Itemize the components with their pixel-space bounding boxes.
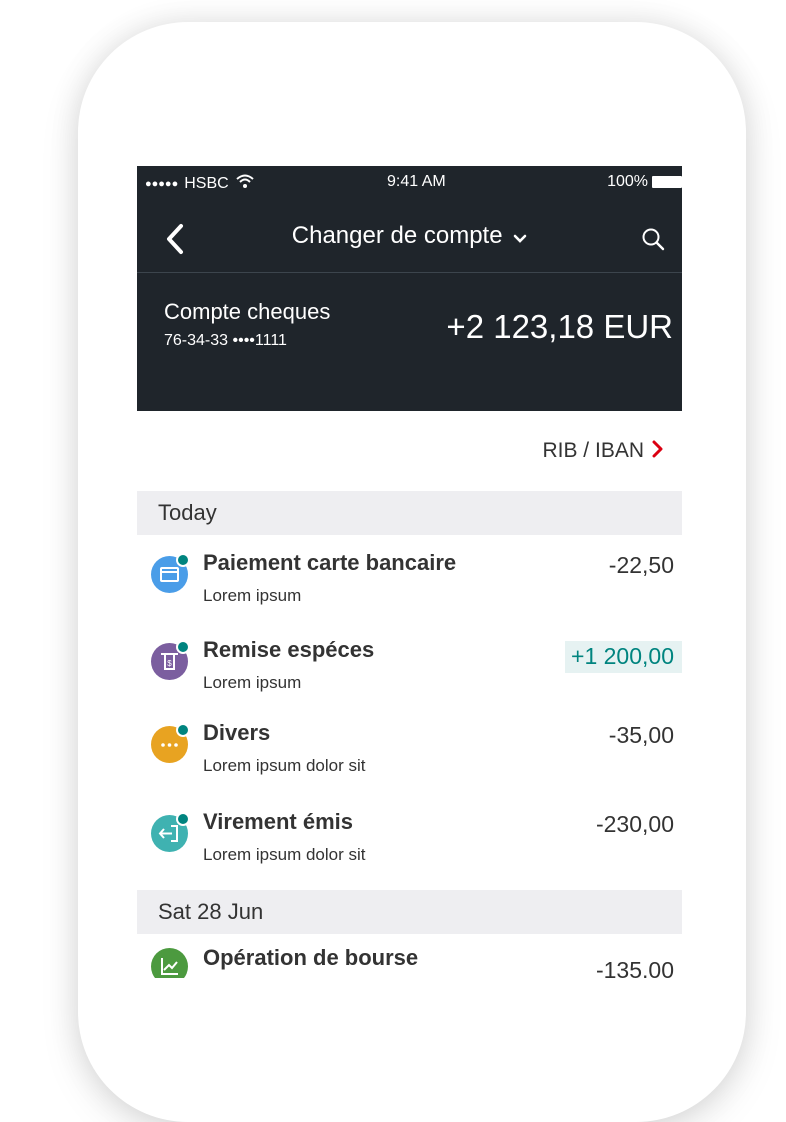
- status-time: 9:41 AM: [387, 173, 446, 190]
- status-bar: ●●●●● HSBC 9:41 AM 100%: [145, 173, 682, 193]
- battery-icon: [652, 176, 682, 188]
- account-balance: +2 123,18 EUR: [446, 308, 673, 345]
- cash-deposit-icon: $: [151, 640, 190, 680]
- chevron-right-icon: [652, 438, 664, 464]
- transaction-row[interactable]: Opération de bourse -135,00: [137, 945, 682, 978]
- transaction-title: Opération de bourse: [203, 945, 419, 970]
- transaction-row[interactable]: Divers Lorem ipsum dolor sit -35,00: [137, 720, 682, 800]
- transaction-title: Divers: [203, 720, 271, 745]
- search-icon[interactable]: [640, 226, 666, 252]
- transaction-title: Paiement carte bancaire: [203, 550, 457, 575]
- transaction-amount: -35,00: [608, 722, 674, 748]
- account-name: Compte cheques: [164, 299, 331, 324]
- section-header: Sat 28 Jun: [137, 890, 682, 934]
- section-header: Today: [137, 491, 682, 535]
- account-header: ●●●●● HSBC 9:41 AM 100% Changer de compt…: [137, 166, 682, 411]
- transaction-subtitle: Lorem ipsum dolor sit: [203, 845, 366, 864]
- transaction-row[interactable]: Paiement carte bancaire Lorem ipsum -22,…: [137, 550, 682, 630]
- rib-iban-link[interactable]: RIB / IBAN: [542, 438, 664, 464]
- svg-text:$: $: [167, 659, 172, 668]
- transaction-row[interactable]: Virement émis Lorem ipsum dolor sit -230…: [137, 809, 682, 889]
- transaction-subtitle: Lorem ipsum dolor sit: [203, 756, 366, 775]
- transaction-amount: -230,00: [595, 811, 674, 837]
- stock-chart-icon: [151, 948, 188, 978]
- transaction-amount: -22,50: [608, 552, 674, 578]
- transaction-subtitle: Lorem ipsum: [203, 586, 302, 605]
- account-switcher[interactable]: Changer de compte: [137, 222, 682, 251]
- rib-iban-label: RIB / IBAN: [542, 439, 644, 462]
- signal-strength: ●●●●●: [145, 177, 179, 190]
- nav-title: Changer de compte: [291, 222, 503, 249]
- section-label: Today: [158, 500, 217, 525]
- chevron-down-icon: [513, 223, 527, 251]
- transaction-subtitle: Lorem ipsum: [203, 673, 302, 692]
- nav-bar: Changer de compte: [137, 206, 682, 273]
- app-screen: ●●●●● HSBC 9:41 AM 100% Changer de compt…: [137, 166, 682, 978]
- wifi-icon: [235, 173, 255, 194]
- carrier-name: HSBC: [184, 174, 229, 192]
- transaction-amount: +1 200,00: [565, 641, 682, 673]
- battery-percent: 100%: [607, 173, 648, 190]
- account-number: 76-34-33 ••••1111: [164, 332, 287, 349]
- transaction-title: Virement émis: [203, 809, 354, 834]
- transaction-row[interactable]: $ Remise espéces Lorem ipsum +1 200,00: [137, 637, 682, 717]
- more-icon: [151, 723, 190, 763]
- card-icon: [151, 553, 190, 593]
- transaction-title: Remise espéces: [203, 637, 375, 662]
- transaction-amount: -135,00: [595, 957, 674, 978]
- section-label: Sat 28 Jun: [158, 899, 264, 924]
- transfer-out-icon: [151, 812, 190, 852]
